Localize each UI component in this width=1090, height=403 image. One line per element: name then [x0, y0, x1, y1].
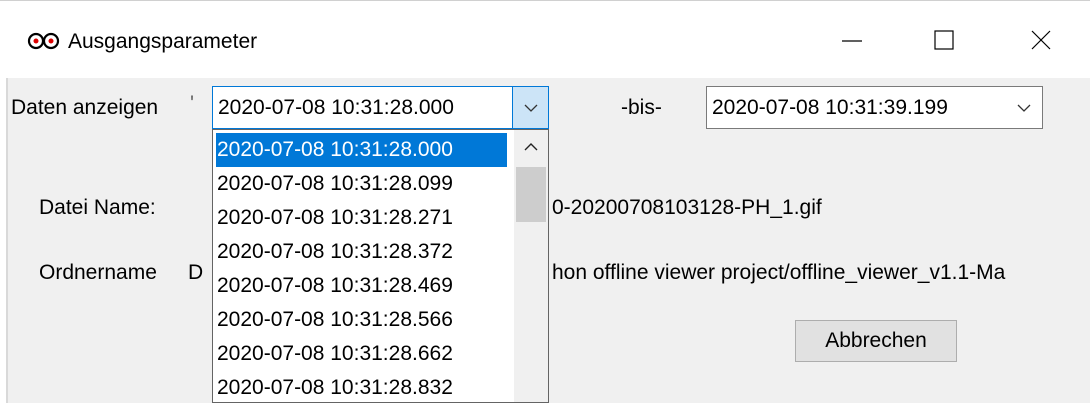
- folder-name-value: hon offline viewer project/offline_viewe…: [552, 261, 1006, 284]
- label-truncation-mark: ': [190, 92, 195, 115]
- scroll-up-arrow-icon[interactable]: [514, 130, 548, 164]
- list-item[interactable]: 2020-07-08 10:31:28.372: [216, 235, 453, 269]
- from-time-dropdown-list[interactable]: 2020-07-08 10:31:28.000 2020-07-08 10:31…: [212, 129, 549, 403]
- list-item[interactable]: 2020-07-08 10:31:28.832: [216, 371, 453, 402]
- list-item[interactable]: 2020-07-08 10:31:28.271: [216, 201, 453, 235]
- file-name-value: 0-20200708103128-PH_1.gif: [552, 196, 822, 219]
- list-item[interactable]: 2020-07-08 10:31:28.566: [216, 303, 453, 337]
- from-time-dropdown-button[interactable]: [512, 87, 548, 128]
- file-name-label: Datei Name:: [39, 196, 156, 219]
- folder-name-value-start: D: [188, 261, 204, 284]
- list-item[interactable]: 2020-07-08 10:31:28.662: [216, 337, 453, 371]
- scrollbar-thumb[interactable]: [516, 167, 546, 222]
- chevron-down-icon: [1017, 104, 1031, 112]
- to-time-combobox[interactable]: 2020-07-08 10:31:39.199: [706, 86, 1043, 129]
- list-item[interactable]: 2020-07-08 10:31:28.469: [216, 269, 453, 303]
- maximize-button[interactable]: [898, 0, 990, 78]
- minimize-icon: [842, 40, 862, 42]
- window-left-border: [6, 78, 8, 403]
- list-item-selected[interactable]: 2020-07-08 10:31:28.000: [216, 133, 507, 167]
- infinity-eyes-icon: [27, 32, 60, 50]
- list-item[interactable]: 2020-07-08 10:31:28.099: [216, 167, 453, 201]
- chevron-down-icon: [524, 104, 538, 112]
- minimize-button[interactable]: [806, 0, 898, 78]
- from-time-value: 2020-07-08 10:31:28.000: [218, 96, 454, 119]
- dialog-window: Ausgangsparameter Daten anzeigen ' 2020-…: [0, 0, 1090, 403]
- window-title: Ausgangsparameter: [68, 30, 258, 53]
- folder-name-label: Ordnername: [39, 261, 157, 284]
- maximize-icon: [934, 30, 954, 50]
- title-bar[interactable]: Ausgangsparameter: [0, 0, 1090, 78]
- close-button[interactable]: [990, 0, 1082, 78]
- show-data-label: Daten anzeigen: [11, 96, 159, 119]
- from-time-combobox[interactable]: 2020-07-08 10:31:28.000: [212, 86, 549, 129]
- close-icon: [1031, 30, 1051, 50]
- dropdown-scrollbar[interactable]: [514, 130, 548, 402]
- cancel-button[interactable]: Abbrechen: [795, 320, 957, 362]
- to-label: -bis-: [621, 96, 662, 119]
- to-time-value: 2020-07-08 10:31:39.199: [712, 96, 948, 119]
